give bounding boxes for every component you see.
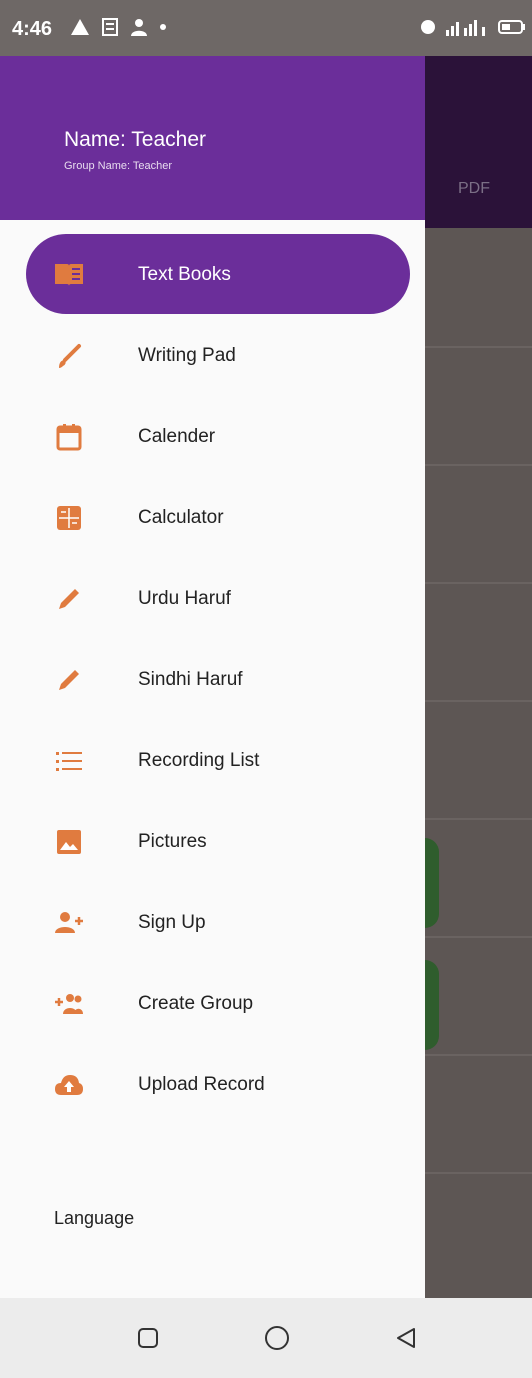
menu-item-upload-record[interactable]: Upload Record — [0, 1044, 425, 1125]
menu-label: Text Books — [138, 263, 231, 285]
menu-item-text-books[interactable]: Text Books — [0, 234, 425, 315]
navigation-drawer: Name: Teacher Group Name: Teacher Text B… — [0, 56, 425, 1298]
dot-icon — [160, 24, 166, 30]
status-bar: 4:46 — [0, 0, 532, 56]
menu-label: Urdu Haruf — [138, 587, 231, 609]
menu-label: Upload Record — [138, 1073, 265, 1095]
background-divider — [425, 1172, 532, 1174]
menu-item-sign-up[interactable]: Sign Up — [0, 882, 425, 963]
warning-icon — [71, 19, 89, 35]
menu-label: Writing Pad — [138, 344, 236, 366]
menu-label: Sign Up — [138, 911, 206, 933]
status-time: 4:46 — [12, 18, 53, 40]
menu-item-urdu-haruf[interactable]: Urdu Haruf — [0, 558, 425, 639]
menu-label: Calculator — [138, 506, 224, 528]
background-app-header — [425, 56, 532, 228]
menu-label: Create Group — [138, 992, 254, 1014]
person-icon — [131, 19, 147, 36]
status-notifications — [70, 18, 166, 36]
menu-label: Calender — [138, 425, 216, 447]
document-icon — [102, 18, 118, 36]
menu-label: Recording List — [138, 749, 260, 771]
calendar-icon — [54, 422, 84, 452]
brush-icon — [54, 341, 84, 371]
background-divider — [425, 582, 532, 584]
background-divider — [425, 1054, 532, 1056]
calculator-icon — [54, 503, 84, 533]
circle-icon — [265, 1326, 289, 1350]
system-navigation-bar — [0, 1298, 532, 1378]
menu-item-writing-pad[interactable]: Writing Pad — [0, 315, 425, 396]
image-icon — [54, 827, 84, 857]
menu-item-calender[interactable]: Calender — [0, 396, 425, 477]
background-divider — [425, 936, 532, 938]
pencil-icon — [54, 665, 84, 695]
background-thumbnail — [425, 960, 439, 1050]
menu-item-create-group[interactable]: Create Group — [0, 963, 425, 1044]
background-divider — [425, 700, 532, 702]
recents-button[interactable] — [130, 1320, 166, 1356]
back-button[interactable] — [388, 1320, 424, 1356]
background-thumbnail — [425, 838, 439, 928]
drawer-menu: Text Books Writing Pad Calender Calculat… — [0, 234, 425, 1125]
group-add-icon — [54, 989, 84, 1019]
background-pdf-tab: PDF — [458, 180, 490, 197]
menu-item-calculator[interactable]: Calculator — [0, 477, 425, 558]
menu-label: Sindhi Haruf — [138, 668, 243, 690]
menu-label: Pictures — [138, 830, 207, 852]
background-divider — [425, 464, 532, 466]
signal-icon — [446, 20, 485, 36]
square-icon — [138, 1328, 158, 1348]
user-name: Name: Teacher — [64, 128, 207, 151]
alarm-icon — [421, 20, 435, 34]
background-divider — [425, 346, 532, 348]
person-add-icon — [54, 908, 84, 938]
pencil-icon — [54, 584, 84, 614]
background-divider — [425, 818, 532, 820]
triangle-back-icon — [397, 1328, 415, 1348]
cloud-upload-icon — [54, 1070, 84, 1100]
book-icon — [54, 260, 84, 290]
battery-icon — [498, 20, 525, 34]
background-list — [425, 228, 532, 1298]
list-icon — [54, 746, 84, 776]
group-name: Group Name: Teacher — [64, 160, 173, 172]
language-option[interactable]: Language — [54, 1208, 134, 1229]
drawer-header: Name: Teacher Group Name: Teacher — [0, 56, 425, 220]
status-system-icons — [420, 18, 526, 36]
home-button[interactable] — [259, 1320, 295, 1356]
menu-item-recording-list[interactable]: Recording List — [0, 720, 425, 801]
menu-item-sindhi-haruf[interactable]: Sindhi Haruf — [0, 639, 425, 720]
menu-item-pictures[interactable]: Pictures — [0, 801, 425, 882]
